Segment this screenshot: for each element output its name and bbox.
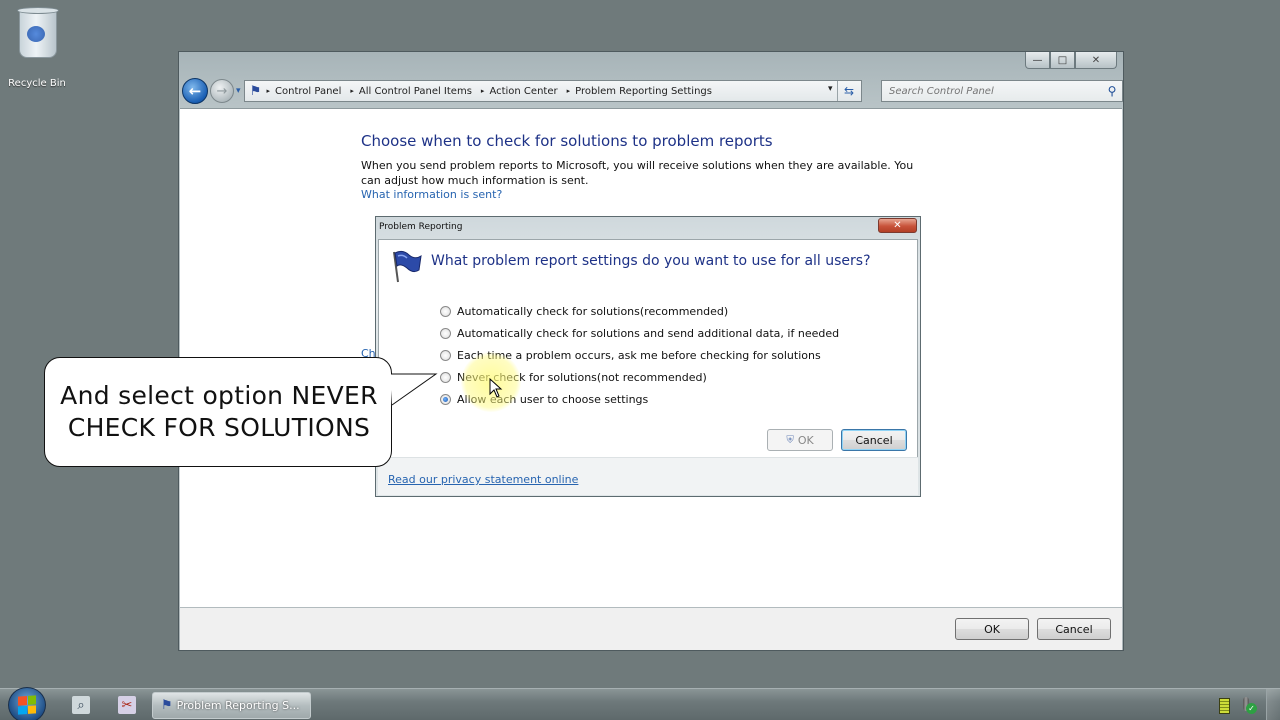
breadcrumb-separator-icon[interactable]: ▸ (567, 87, 571, 95)
dialog-question: What problem report settings do you want… (431, 253, 871, 269)
breadcrumb-separator-icon[interactable]: ▸ (481, 87, 485, 95)
window-footer: OK Cancel (180, 608, 1122, 650)
mouse-cursor-icon (489, 378, 503, 398)
snipping-tool-icon: ✂ (121, 697, 133, 713)
back-button[interactable]: ← (182, 78, 208, 104)
callout-line-1: And select option NEVER (60, 381, 378, 410)
show-desktop-button[interactable] (1266, 689, 1280, 720)
breadcrumb-label: Action Center (489, 85, 558, 97)
cancel-button[interactable]: Cancel (1037, 618, 1111, 640)
search-box: ⚲ (881, 80, 1123, 102)
window-controls: — □ ✕ (1025, 52, 1117, 69)
address-bar[interactable]: ⚑ ▸ Control Panel ▸ All Control Panel Item… (243, 80, 862, 102)
breadcrumb-problem-reporting-settings[interactable]: ▸ Problem Reporting Settings (567, 86, 712, 97)
maximize-button[interactable]: □ (1050, 52, 1075, 69)
battery-icon[interactable] (1219, 698, 1230, 714)
privacy-statement-link[interactable]: Read our privacy statement online (388, 473, 578, 486)
radio-button[interactable] (440, 393, 451, 405)
callout-line-2: CHECK FOR SOLUTIONS (67, 413, 371, 442)
action-center-flag-icon: ⚑ (161, 698, 173, 713)
radio-button[interactable] (440, 349, 451, 361)
radio-button[interactable] (440, 327, 451, 339)
network-ok-icon: ✓ (1246, 703, 1257, 714)
refresh-button[interactable]: ⇆ (836, 81, 861, 101)
taskbar-item-problem-reporting[interactable]: ⚑ Problem Reporting S... (152, 692, 311, 719)
breadcrumb-label: All Control Panel Items (358, 85, 472, 97)
search-input[interactable] (889, 85, 1102, 97)
dialog-cancel-button[interactable]: Cancel (841, 429, 907, 451)
search-icon[interactable]: ⚲ (1102, 84, 1122, 98)
breadcrumb-label: Control Panel (275, 85, 342, 97)
option-label: Automatically check for solutions and se… (457, 326, 840, 340)
dialog-footer: Read our privacy statement online (378, 457, 918, 495)
problem-reporting-dialog: Problem Reporting ✕ What problem report … (375, 216, 921, 497)
recent-pages-dropdown[interactable]: ▾ (236, 86, 241, 96)
radio-button[interactable] (440, 305, 451, 317)
pinned-app-remote-assistance[interactable]: ⌕ (72, 696, 90, 714)
start-button[interactable] (8, 687, 46, 720)
breadcrumb-label: Problem Reporting Settings (575, 85, 712, 97)
action-center-flag-icon (393, 250, 422, 283)
close-button[interactable]: ✕ (1075, 52, 1117, 69)
desktop-icon-label: Recycle Bin (8, 78, 66, 89)
windows-logo-icon (18, 695, 36, 715)
maximize-icon: □ (1057, 54, 1068, 66)
taskbar: ⌕ ✂ ⚑ Problem Reporting S... ✓ (0, 687, 1280, 720)
page-title: Choose when to check for solutions to pr… (361, 132, 773, 150)
address-dropdown-icon[interactable]: ▾ (828, 84, 833, 94)
dialog-ok-button[interactable]: ⛨ OK (767, 429, 833, 451)
callout-text: And select option NEVER CHECK FOR SOLUTI… (45, 380, 393, 444)
breadcrumb-action-center[interactable]: ▸ Action Center (481, 86, 558, 97)
close-icon: ✕ (893, 220, 902, 231)
forward-arrow-icon: → (216, 83, 228, 99)
back-arrow-icon: ← (188, 82, 202, 100)
tutorial-callout: And select option NEVER CHECK FOR SOLUTI… (44, 357, 392, 467)
page-description: When you send problem reports to Microso… (361, 159, 914, 187)
forward-button[interactable]: → (210, 79, 234, 103)
dialog-close-button[interactable]: ✕ (878, 218, 917, 233)
dialog-ok-label: OK (797, 433, 814, 447)
close-icon: ✕ (1091, 54, 1101, 66)
recycle-bin-icon (15, 4, 59, 62)
dialog-title: Problem Reporting (379, 222, 463, 232)
refresh-icon: ⇆ (844, 84, 855, 98)
minimize-icon: — (1032, 54, 1043, 66)
option-label: Automatically check for solutions(recomm… (457, 304, 729, 318)
minimize-button[interactable]: — (1025, 52, 1050, 69)
option-auto-check[interactable]: Automatically check for solutions(recomm… (440, 300, 839, 322)
taskbar-item-label: Problem Reporting S... (176, 699, 300, 712)
action-center-flag-icon: ⚑ (249, 83, 262, 99)
ok-button[interactable]: OK (955, 618, 1029, 640)
uac-shield-icon: ⛨ (786, 434, 794, 446)
network-status[interactable]: ✓ (1243, 697, 1258, 714)
pinned-app-snipping-tool[interactable]: ✂ (118, 696, 136, 714)
what-information-is-sent-link[interactable]: What information is sent? (361, 188, 502, 201)
navigation-bar: ← → ▾ ⚑ ▸ Control Panel ▸ All Control Pane… (181, 77, 1123, 105)
desktop-icon-recycle-bin[interactable]: Recycle Bin (4, 4, 70, 89)
dialog-panel: What problem report settings do you want… (378, 239, 918, 473)
breadcrumb-separator-icon[interactable]: ▸ (350, 87, 354, 95)
breadcrumb-control-panel[interactable]: ▸ Control Panel (267, 86, 342, 97)
breadcrumb-separator-icon[interactable]: ▸ (267, 87, 271, 95)
breadcrumb-all-items[interactable]: ▸ All Control Panel Items (350, 86, 472, 97)
callout-pointer (390, 373, 438, 406)
radio-button[interactable] (440, 371, 451, 383)
remote-assistance-icon: ⌕ (77, 697, 85, 713)
option-auto-check-send-data[interactable]: Automatically check for solutions and se… (440, 322, 839, 344)
